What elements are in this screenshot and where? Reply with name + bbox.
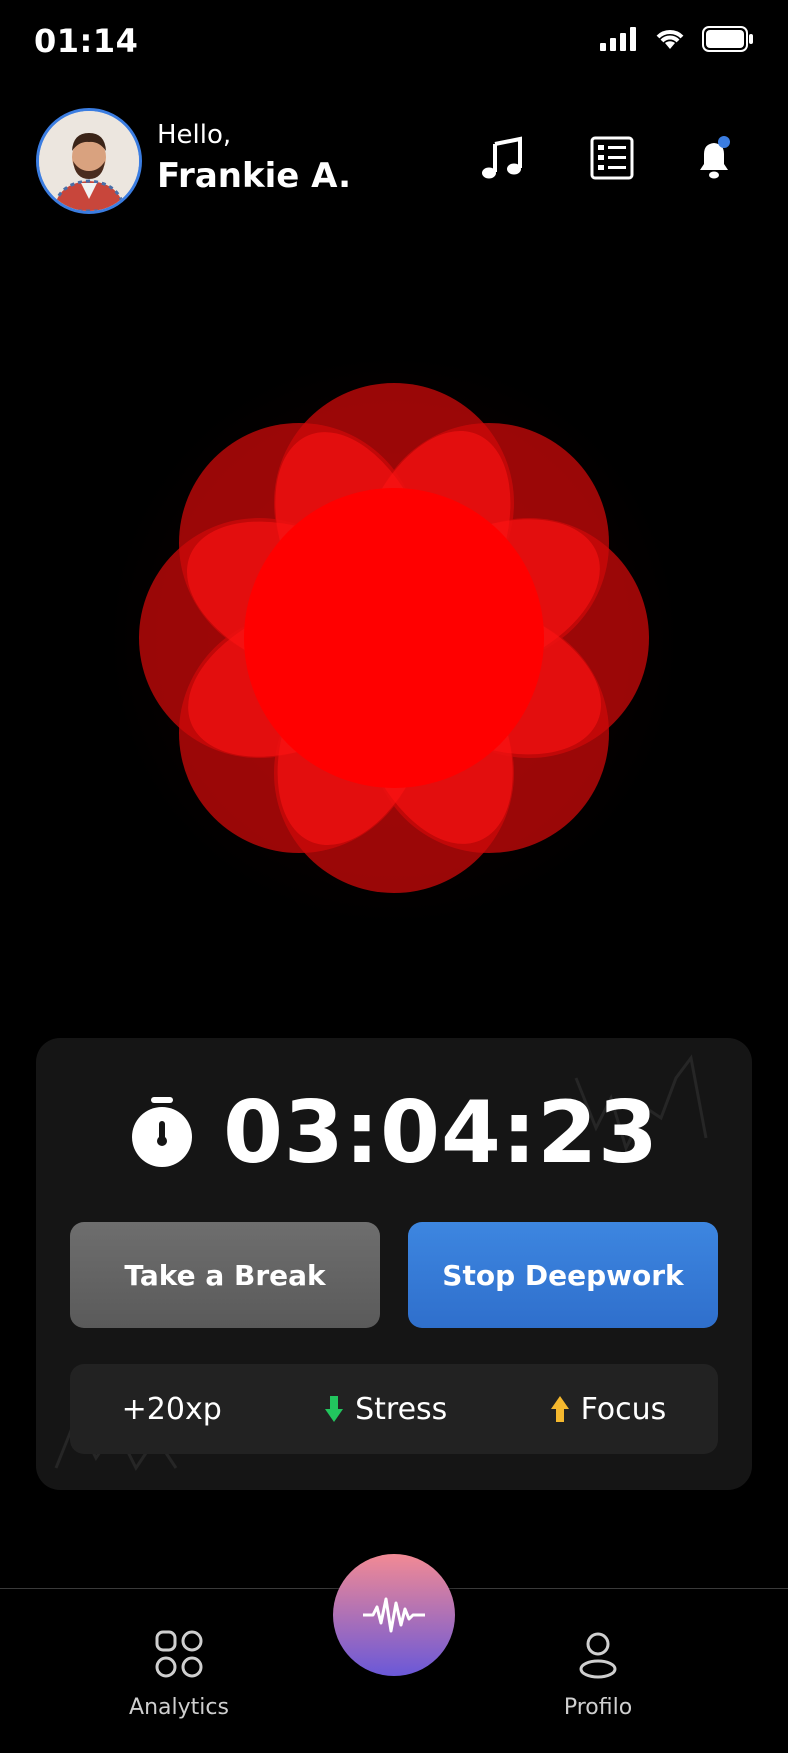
session-stats: +20xp Stress Focus [70, 1364, 718, 1454]
waveform-icon [363, 1597, 425, 1633]
xp-value: +20xp [121, 1391, 222, 1427]
music-note-icon[interactable] [478, 134, 526, 182]
battery-icon [702, 26, 753, 52]
nav-analytics[interactable]: Analytics [99, 1629, 259, 1720]
session-timer: 03:04:23 [223, 1083, 659, 1183]
nav-profile[interactable]: Profilo [518, 1629, 678, 1720]
profile-icon [579, 1632, 617, 1679]
timer-row: 03:04:23 [36, 1083, 752, 1183]
analytics-grid-icon [155, 1630, 203, 1678]
stress-label: Stress [355, 1391, 448, 1427]
focus-label: Focus [580, 1391, 667, 1427]
stop-deepwork-button[interactable]: Stop Deepwork [408, 1222, 718, 1328]
wifi-icon [656, 30, 684, 49]
nav-profile-label: Profilo [563, 1695, 633, 1720]
bell-icon[interactable] [690, 134, 738, 182]
flower-graphic [139, 383, 649, 893]
user-name: Frankie A. [157, 156, 351, 196]
avatar[interactable] [36, 108, 142, 214]
arrow-up-icon [550, 1396, 569, 1422]
focus-stat: Focus [550, 1391, 667, 1427]
signal-icon [600, 27, 636, 51]
greeting-text: Hello, [157, 120, 232, 150]
status-bar: 01:14 [0, 0, 788, 84]
list-icon[interactable] [588, 134, 636, 182]
xp-stat: +20xp [122, 1392, 222, 1427]
session-card: 03:04:23 Take a Break Stop Deepwork +20x… [36, 1038, 752, 1490]
take-break-button[interactable]: Take a Break [70, 1222, 380, 1328]
breathing-flower [0, 340, 788, 940]
status-icons [600, 26, 754, 52]
status-time: 01:14 [34, 22, 139, 60]
header: Hello, Frankie A. [0, 100, 788, 220]
stopwatch-icon [132, 1097, 193, 1167]
nav-analytics-label: Analytics [129, 1695, 229, 1720]
arrow-down-icon [325, 1396, 344, 1422]
stress-stat: Stress [325, 1392, 447, 1427]
deepwork-fab-button[interactable] [333, 1554, 455, 1676]
